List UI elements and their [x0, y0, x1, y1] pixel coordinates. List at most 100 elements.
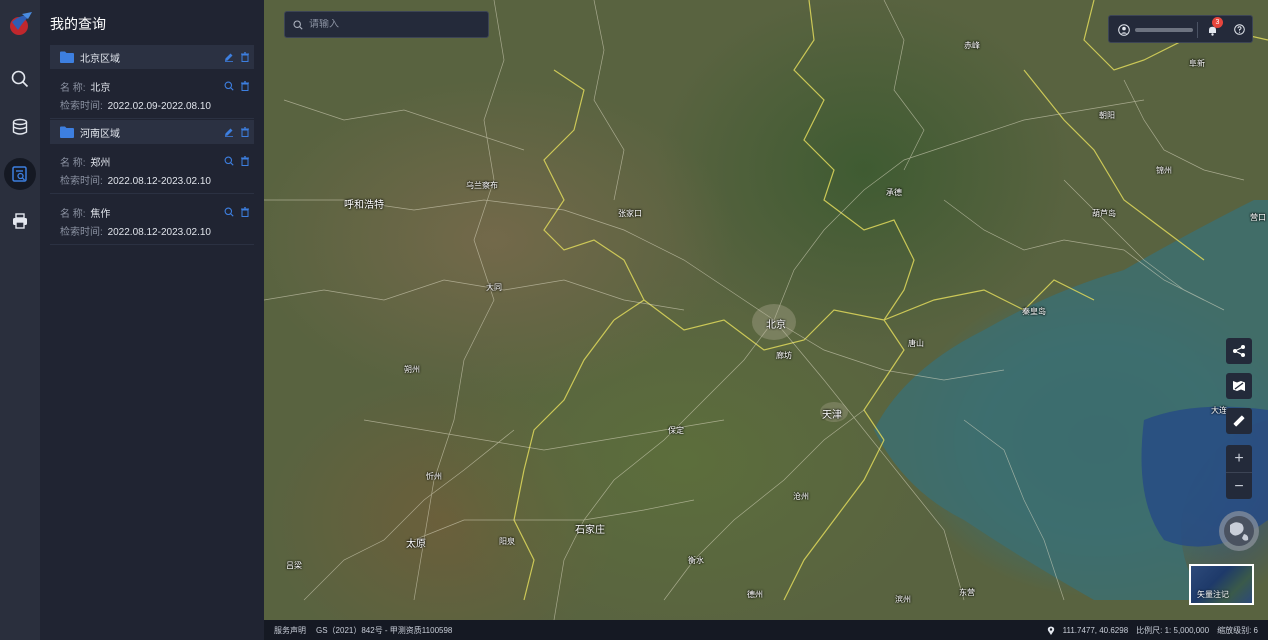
- delete-icon[interactable]: [240, 127, 250, 137]
- city-label: 大同: [486, 283, 502, 292]
- city-label: 唐山: [908, 339, 924, 348]
- city-label: 朔州: [404, 365, 420, 374]
- share-icon: [1233, 345, 1245, 357]
- city-label: 石家庄: [575, 525, 605, 536]
- draw-tool-button[interactable]: [1226, 373, 1252, 399]
- name-label: 名 称:: [60, 158, 86, 169]
- city-label: 保定: [668, 426, 684, 435]
- time-label: 检索时间:: [60, 227, 103, 238]
- city-label: 北京: [766, 320, 786, 331]
- item-time: 2022.02.09-2022.08.10: [107, 101, 211, 112]
- city-label: 阳泉: [499, 537, 515, 546]
- nav-rail: [0, 0, 40, 640]
- city-label: 营口: [1250, 213, 1266, 222]
- city-label: 廊坊: [776, 351, 792, 360]
- app-logo: [10, 12, 32, 35]
- city-label: 锦州: [1156, 166, 1172, 175]
- delete-icon[interactable]: [240, 52, 250, 62]
- city-label: 大连: [1211, 406, 1227, 415]
- edit-icon[interactable]: [224, 52, 234, 62]
- city-label: 忻州: [426, 472, 442, 481]
- delete-icon[interactable]: [240, 81, 250, 91]
- city-label: 承德: [886, 188, 902, 197]
- list-item[interactable]: 名 称: 焦作 检索时间: 2022.08.12-2023.02.10: [50, 195, 254, 245]
- list-item[interactable]: 名 称: 郑州 检索时间: 2022.08.12-2023.02.10: [50, 144, 254, 194]
- locate-search-icon[interactable]: [224, 156, 234, 166]
- city-label: 吕梁: [286, 561, 302, 570]
- zoom-in-button[interactable]: +: [1226, 445, 1252, 472]
- app: 我的查询 北京区域 名 称: 北京 检索时间: 2022.02.09-2022.…: [0, 0, 1268, 640]
- item-name: 北京: [90, 83, 111, 94]
- search-icon: [293, 19, 303, 30]
- city-label: 滨州: [895, 595, 911, 604]
- layer-switcher[interactable]: 矢量注记: [1189, 564, 1254, 605]
- folder-icon: [60, 51, 74, 63]
- service-statement-link[interactable]: 服务声明: [274, 625, 306, 636]
- scale-readout: 比例尺: 1: 5,000,000: [1136, 625, 1210, 635]
- group-name: 河南区域: [80, 128, 120, 140]
- list-item[interactable]: 名 称: 北京 检索时间: 2022.02.09-2022.08.10: [50, 69, 254, 119]
- locate-search-icon[interactable]: [224, 207, 234, 217]
- divider: [1197, 22, 1198, 38]
- item-time: 2022.08.12-2023.02.10: [107, 227, 211, 238]
- city-label: 赤峰: [964, 41, 980, 50]
- nav-print[interactable]: [4, 205, 36, 237]
- time-label: 检索时间:: [60, 101, 103, 112]
- nav-database[interactable]: [4, 111, 36, 143]
- group-header-beijing[interactable]: 北京区域: [50, 45, 254, 69]
- query-panel: 我的查询 北京区域 名 称: 北京 检索时间: 2022.02.09-2022.…: [40, 0, 264, 640]
- measure-button[interactable]: [1226, 408, 1252, 434]
- location-pin-icon: [1047, 626, 1054, 635]
- database-icon: [12, 118, 28, 135]
- ruler-icon: [1233, 415, 1245, 427]
- group-header-henan[interactable]: 河南区域: [50, 120, 254, 144]
- city-label: 德州: [747, 590, 763, 599]
- nav-my-query[interactable]: [4, 158, 36, 190]
- zoom-control: + −: [1226, 445, 1252, 499]
- edit-icon[interactable]: [224, 127, 234, 137]
- nav-search[interactable]: [4, 63, 36, 95]
- item-name: 焦作: [90, 209, 111, 220]
- zoom-out-button[interactable]: −: [1226, 472, 1252, 499]
- my-query-icon: [12, 166, 27, 182]
- city-label: 天津: [822, 410, 842, 421]
- city-label: 呼和浩特: [344, 200, 384, 211]
- printer-icon: [13, 213, 27, 229]
- user-avatar-icon[interactable]: [1118, 24, 1130, 36]
- delete-icon[interactable]: [240, 207, 250, 217]
- group-name: 北京区域: [80, 53, 120, 65]
- city-label: 阜新: [1189, 59, 1205, 68]
- notification-badge: 3: [1212, 17, 1223, 28]
- item-name: 郑州: [90, 158, 111, 169]
- license-text: GS（2021）842号 - 甲测资质1100598: [316, 625, 453, 635]
- map-search[interactable]: [284, 11, 489, 38]
- time-label: 检索时间:: [60, 176, 103, 187]
- locate-search-icon[interactable]: [224, 81, 234, 91]
- city-label: 衡水: [688, 556, 704, 565]
- zoom-level-readout: 缩放级别: 6: [1217, 625, 1258, 635]
- globe-compass-icon[interactable]: [1218, 510, 1260, 552]
- satellite-map[interactable]: 北京 天津 石家庄 太原 呼和浩特 大同 张家口 承德 保定 廊坊 唐山 秦皇岛…: [264, 0, 1268, 620]
- share-button[interactable]: [1226, 338, 1252, 364]
- name-label: 名 称:: [60, 83, 86, 94]
- city-label: 太原: [406, 539, 426, 550]
- map-overlay: [264, 0, 1268, 620]
- map-draw-icon: [1233, 381, 1245, 391]
- city-label: 朝阳: [1099, 111, 1115, 120]
- search-input[interactable]: [309, 19, 479, 30]
- city-label: 东营: [959, 588, 975, 597]
- city-label: 葫芦岛: [1092, 209, 1116, 218]
- username-redacted[interactable]: [1135, 28, 1193, 32]
- help-icon[interactable]: [1234, 24, 1245, 35]
- name-label: 名 称:: [60, 209, 86, 220]
- city-label: 乌兰察布: [466, 181, 498, 190]
- delete-icon[interactable]: [240, 156, 250, 166]
- city-label: 秦皇岛: [1022, 307, 1046, 316]
- item-time: 2022.08.12-2023.02.10: [107, 176, 211, 187]
- layer-label: 矢量注记: [1197, 590, 1229, 599]
- city-label: 张家口: [618, 209, 642, 218]
- city-label: 沧州: [793, 492, 809, 501]
- panel-title: 我的查询: [50, 16, 106, 32]
- user-toolbar: [1108, 15, 1253, 43]
- folder-icon: [60, 126, 74, 138]
